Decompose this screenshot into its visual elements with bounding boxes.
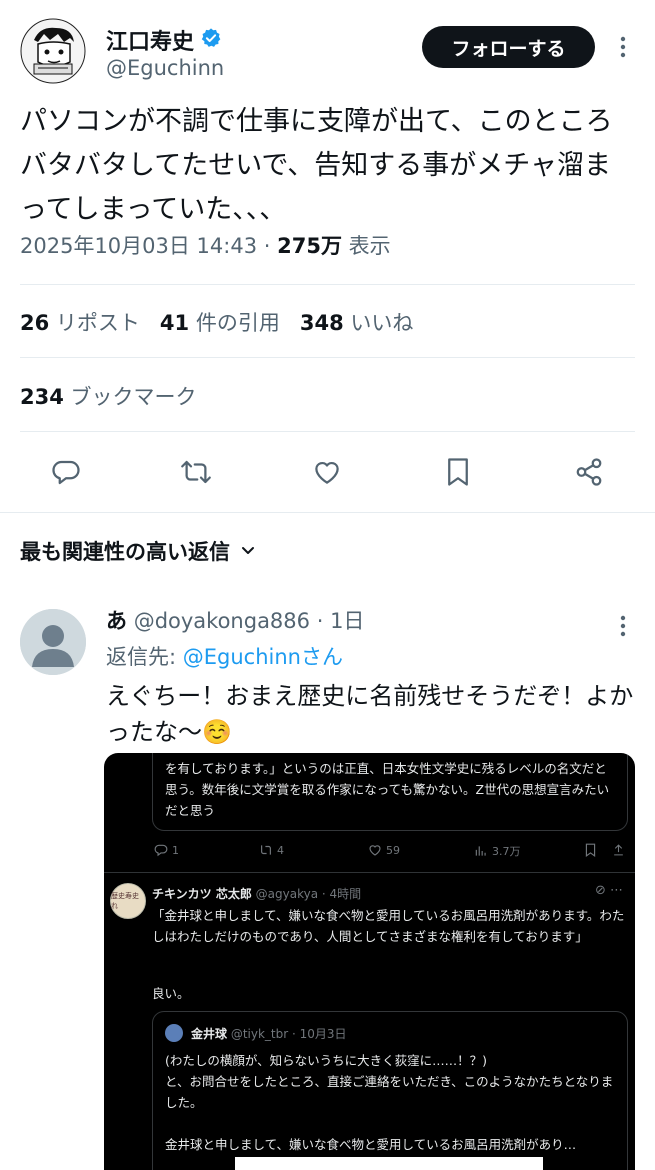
divider — [20, 284, 635, 285]
reply-attached-image[interactable]: を有しております。」というのは正直、日本女性文学史に残るレベルの名文だと思う。数… — [104, 753, 635, 1170]
author-name[interactable]: 江口寿史 — [106, 24, 194, 56]
retweet-icon[interactable] — [174, 450, 218, 494]
reposts-stat[interactable]: 26 リポスト — [20, 307, 140, 337]
bookmark-icon[interactable] — [436, 450, 480, 494]
verified-badge-icon — [200, 27, 222, 53]
views-label: 表示 — [348, 234, 391, 258]
image-quoted-avatar — [165, 1024, 183, 1042]
reply-time[interactable]: 1日 — [330, 609, 364, 633]
section-divider — [0, 512, 655, 513]
reply-icon[interactable] — [44, 450, 88, 494]
image-quoted-header: 金井球 @tiyk_tbr · 10月3日 — [191, 1027, 347, 1041]
image-post-header: チキンカツ 芯太郎 @agyakya · 4時間 — [152, 887, 362, 901]
likes-stat[interactable]: 348 いいね — [300, 307, 414, 337]
replies-sort-dropdown[interactable]: 最も関連性の高い返信 — [20, 536, 256, 566]
replying-to-link[interactable]: @Eguchinnさん — [183, 645, 343, 669]
quotes-stat[interactable]: 41 件の引用 — [160, 307, 280, 337]
heart-icon[interactable] — [305, 450, 349, 494]
tweet-text: パソコンが不調で仕事に支障が出て、このところバタバタしてたせいで、告知する事がメ… — [20, 106, 613, 225]
author-handle[interactable]: @Eguchinn — [106, 56, 224, 80]
image-quoted-post: 金井球 @tiyk_tbr · 10月3日 (わたしの横顔が、知らないうちに大き… — [152, 1011, 628, 1170]
divider — [20, 357, 635, 358]
image-post-more-icon: ⊘ ⋯ — [594, 883, 623, 898]
tweet-meta: 2025年10月03日 14:43 · 275万 表示 — [20, 230, 391, 260]
reply-avatar[interactable] — [20, 609, 86, 675]
tweet-author-header: 江口寿史 @Eguchinn フォローする — [20, 18, 635, 90]
image-quoted-text: (わたしの横顔が、知らないうちに大きく荻窪に……！？) と、お問合せをしたところ… — [165, 1053, 614, 1152]
chevron-down-icon — [240, 539, 256, 563]
reply-author-handle[interactable]: @doyakonga886 — [134, 609, 310, 633]
reply-author-name[interactable]: あ — [106, 609, 127, 633]
reply-text: えぐちー！おまえ歴史に名前残せそうだぞ！よかったな〜☺️ — [106, 682, 634, 746]
replies-sort-label: 最も関連性の高い返信 — [20, 540, 230, 564]
more-options-icon[interactable] — [611, 32, 635, 62]
image-quote-box: を有しております。」というのは正直、日本女性文学史に残るレベルの名文だと思う。数… — [152, 753, 628, 831]
image-post-avatar: 歴史寿史れ — [110, 883, 146, 919]
meta-separator: · — [263, 234, 278, 258]
reply-header: あ @doyakonga886 · 1日 — [106, 609, 365, 633]
tweet-datetime[interactable]: 2025年10月03日 14:43 — [20, 234, 257, 258]
image-metrics-row: 1 4 59 3.7万 — [154, 841, 626, 863]
tweet-action-bar — [20, 450, 635, 494]
share-icon[interactable] — [567, 450, 611, 494]
image-divider — [104, 872, 635, 873]
follow-button[interactable]: フォローする — [422, 26, 595, 68]
divider — [20, 431, 635, 432]
image-post-text: 「金井球と申しまして、嫌いな食べ物と愛用しているお風呂用洗剤があります。わたしは… — [152, 908, 625, 944]
views-count: 275万 — [277, 234, 342, 258]
reply-more-icon[interactable] — [611, 611, 635, 641]
author-avatar[interactable] — [20, 18, 86, 84]
bookmarks-stat: 234 ブックマーク — [20, 385, 197, 409]
image-quoted-media — [235, 1157, 543, 1170]
image-post-comment: 良い。 — [152, 986, 190, 1001]
replying-to: 返信先: @Eguchinnさん — [106, 645, 343, 669]
engagement-stats: 26 リポスト 41 件の引用 348 いいね — [20, 307, 413, 337]
bookmark-stats: 234 ブックマーク — [20, 381, 197, 411]
